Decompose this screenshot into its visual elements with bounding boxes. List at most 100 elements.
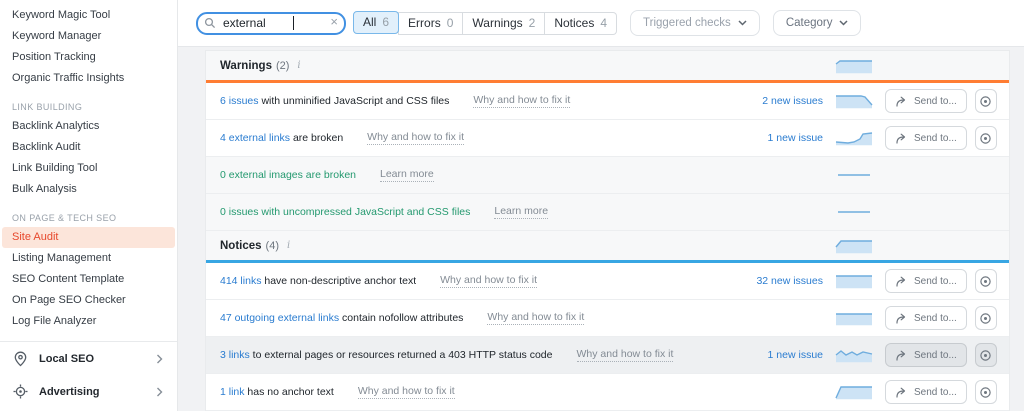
eye-icon [979, 386, 992, 399]
send-to-label: Send to... [914, 349, 957, 361]
filter-toolbar: × All 6 Errors 0 Warnings 2 Notices 4 [178, 0, 1024, 47]
target-icon [13, 384, 28, 399]
tab-label: Warnings [472, 16, 523, 30]
issue-count-link[interactable]: 1 link [220, 386, 245, 398]
sidebar-item-site-audit[interactable]: Site Audit [2, 227, 175, 248]
category-dropdown[interactable]: Category [772, 10, 862, 36]
issue-row-resolved[interactable]: 0 issues with uncompressed JavaScript an… [206, 194, 1009, 231]
sparkline-chart [835, 204, 873, 220]
issue-text: with unminified JavaScript and CSS files [258, 95, 450, 107]
send-to-button[interactable]: Send to... [885, 306, 967, 330]
send-arrow-icon [895, 313, 908, 324]
sidebar-item-keyword-manager[interactable]: Keyword Manager [0, 26, 177, 47]
sidebar-item-seo-content-template[interactable]: SEO Content Template [0, 269, 177, 290]
search-box: × [196, 11, 346, 35]
learn-more-link[interactable]: Learn more [380, 168, 434, 182]
sidebar-item-keyword-magic-tool[interactable]: Keyword Magic Tool [0, 5, 177, 26]
issue-count-link[interactable]: 47 outgoing external links [220, 312, 339, 324]
sidebar-item-backlink-audit[interactable]: Backlink Audit [0, 137, 177, 158]
why-how-to-fix-link[interactable]: Why and how to fix it [367, 131, 465, 145]
send-arrow-icon [895, 387, 908, 398]
tab-notices[interactable]: Notices 4 [545, 11, 618, 35]
issue-text: has no anchor text [244, 386, 334, 398]
search-icon [204, 17, 216, 29]
new-issues-link[interactable]: 1 new issue [731, 132, 823, 144]
eye-icon [979, 132, 992, 145]
notices-section-header: Notices (4) i [206, 231, 1009, 260]
sidebar-item-backlink-analytics[interactable]: Backlink Analytics [0, 116, 177, 137]
hide-issue-button[interactable] [974, 126, 997, 150]
dropdown-label: Category [785, 17, 833, 29]
hide-issue-button[interactable] [974, 89, 997, 113]
hide-issue-button[interactable] [974, 269, 997, 293]
hide-issue-button[interactable] [974, 343, 997, 367]
sidebar-item-link-building-tool[interactable]: Link Building Tool [0, 158, 177, 179]
hide-issue-button[interactable] [974, 306, 997, 330]
sidebar: Keyword Magic Tool Keyword Manager Posit… [0, 0, 178, 411]
issue-row-resolved[interactable]: 0 external images are broken Learn more [206, 157, 1009, 194]
sidebar-item-position-tracking[interactable]: Position Tracking [0, 47, 177, 68]
send-to-button[interactable]: Send to... [885, 126, 967, 150]
content-background: Warnings (2) i 6 issues with unminified … [178, 47, 1024, 411]
chevron-right-icon [156, 354, 163, 364]
issue-count-link[interactable]: 4 external links [220, 132, 290, 144]
hide-issue-button[interactable] [974, 380, 997, 404]
issue-row[interactable]: 6 issues with unminified JavaScript and … [206, 83, 1009, 120]
sidebar-item-on-page-seo-checker[interactable]: On Page SEO Checker [0, 290, 177, 311]
send-arrow-icon [895, 133, 908, 144]
send-to-label: Send to... [914, 386, 957, 398]
learn-more-link[interactable]: Learn more [494, 205, 549, 219]
issue-row[interactable]: 3 links to external pages or resources r… [206, 337, 1009, 374]
new-issues-link[interactable]: 1 new issue [731, 349, 823, 361]
sparkline-chart [835, 130, 873, 146]
sidebar-section-link-building: LINK BUILDING [12, 102, 83, 112]
send-to-button[interactable]: Send to... [885, 89, 967, 113]
issue-count-link[interactable]: 3 links [220, 349, 250, 361]
info-icon[interactable]: i [297, 60, 300, 71]
sidebar-item-listing-management[interactable]: Listing Management [0, 248, 177, 269]
sidebar-item-local-seo[interactable]: Local SEO [0, 342, 177, 375]
sidebar-item-organic-traffic-insights[interactable]: Organic Traffic Insights [0, 68, 177, 89]
section-count: (4) [265, 239, 279, 252]
info-icon[interactable]: i [287, 240, 290, 251]
issue-count-link[interactable]: 6 issues [220, 95, 259, 107]
chevron-down-icon [738, 20, 747, 26]
issue-row[interactable]: 1 link has no anchor text Why and how to… [206, 374, 1009, 411]
sidebar-item-log-file-analyzer[interactable]: Log File Analyzer [0, 311, 177, 332]
issue-row[interactable]: 414 links have non-descriptive anchor te… [206, 263, 1009, 300]
new-issues-link[interactable]: 2 new issues [731, 95, 823, 107]
tab-count: 0 [446, 16, 454, 30]
tab-errors[interactable]: Errors 0 [398, 11, 464, 35]
resolved-text: 0 issues with uncompressed JavaScript an… [220, 206, 471, 218]
tab-count: 2 [528, 16, 536, 30]
issue-count-link[interactable]: 414 links [220, 275, 261, 287]
sidebar-item-label: Local SEO [39, 352, 95, 365]
tab-warnings[interactable]: Warnings 2 [463, 11, 546, 35]
why-how-to-fix-link[interactable]: Why and how to fix it [357, 385, 455, 399]
issue-row[interactable]: 47 outgoing external links contain nofol… [206, 300, 1009, 337]
send-to-button[interactable]: Send to... [885, 380, 967, 404]
why-how-to-fix-link[interactable]: Why and how to fix it [576, 348, 674, 362]
why-how-to-fix-link[interactable]: Why and how to fix it [473, 94, 571, 108]
issue-row[interactable]: 4 external links are broken Why and how … [206, 120, 1009, 157]
clear-search-icon[interactable]: × [330, 14, 338, 29]
main-area: × All 6 Errors 0 Warnings 2 Notices 4 [178, 0, 1024, 411]
new-issues-link[interactable]: 32 new issues [731, 275, 823, 287]
section-title: Warnings [220, 59, 272, 72]
sidebar-item-bulk-analysis[interactable]: Bulk Analysis [0, 179, 177, 200]
sparkline-chart [835, 167, 873, 183]
tab-all[interactable]: All 6 [353, 10, 400, 34]
tab-count: 6 [382, 15, 390, 29]
why-how-to-fix-link[interactable]: Why and how to fix it [487, 311, 585, 325]
send-to-button[interactable]: Send to... [885, 343, 967, 367]
triggered-checks-dropdown[interactable]: Triggered checks [630, 10, 760, 36]
issue-text: to external pages or resources returned … [249, 349, 553, 361]
sidebar-item-advertising[interactable]: Advertising [0, 375, 177, 408]
sparkline-chart [835, 347, 873, 363]
resolved-text: 0 external images are broken [220, 169, 356, 181]
text-caret [293, 15, 294, 30]
dropdown-label: Triggered checks [643, 17, 731, 29]
send-to-button[interactable]: Send to... [885, 269, 967, 293]
why-how-to-fix-link[interactable]: Why and how to fix it [440, 274, 537, 288]
search-input[interactable] [196, 11, 346, 35]
